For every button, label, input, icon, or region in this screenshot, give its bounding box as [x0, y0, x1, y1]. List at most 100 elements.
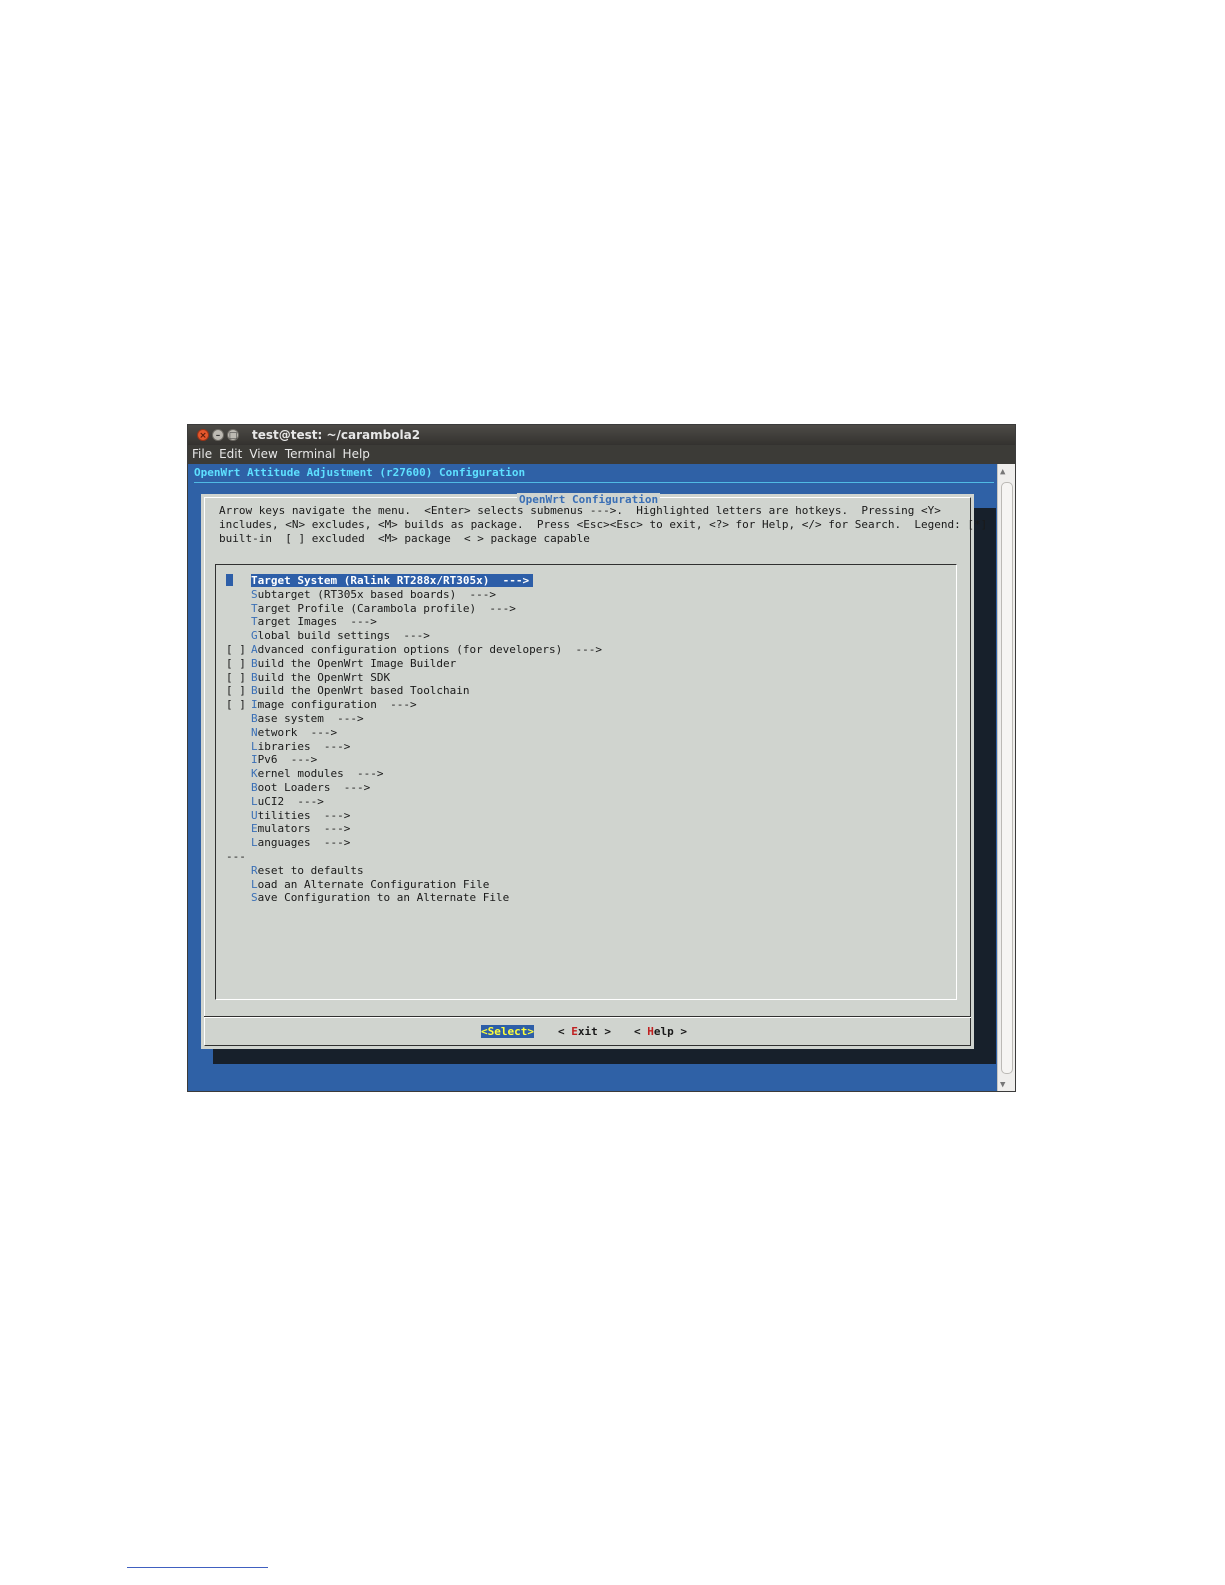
menu-file[interactable]: File: [192, 447, 212, 461]
menu-item-text: mulators --->: [257, 822, 351, 836]
menu-item[interactable]: LuCI2 --->: [226, 795, 602, 809]
terminal-area[interactable]: OpenWrt Attitude Adjustment (r27600) Con…: [188, 464, 998, 1091]
menu-item-label: Image configuration --->: [251, 698, 417, 711]
menu-item[interactable]: Languages --->: [226, 836, 602, 850]
help-line: built-in [ ] excluded <M> package < > pa…: [219, 532, 590, 545]
menu-item-text: mage configuration --->: [257, 698, 417, 712]
menu-item-hotkey: R: [251, 863, 258, 877]
select-button[interactable]: <Select>: [481, 1025, 534, 1038]
menu-item[interactable]: [ ] Build the OpenWrt Image Builder: [226, 657, 602, 671]
scroll-down-icon[interactable]: ▼: [1000, 1080, 1005, 1090]
help-hotkey: H: [647, 1025, 654, 1038]
menu-item-checkbox[interactable]: [ ]: [226, 671, 251, 685]
menu-item-label: LuCI2 --->: [251, 795, 324, 808]
menu-view[interactable]: View: [249, 447, 277, 461]
menu-item[interactable]: Kernel modules --->: [226, 767, 602, 781]
menu-item-label: Build the OpenWrt based Toolchain: [251, 684, 470, 697]
menu-item[interactable]: Libraries --->: [226, 740, 602, 754]
terminal-window: × – □ test@test: ~/carambola2 File Edit Vi…: [187, 424, 1016, 1092]
menu-item-hotkey: I: [251, 698, 258, 712]
menu-item-checkbox[interactable]: [ ]: [226, 657, 251, 671]
menu-terminal[interactable]: Terminal: [285, 447, 336, 461]
menu-item[interactable]: [ ] Image configuration --->: [226, 698, 602, 712]
menu-item-text: uild the OpenWrt Image Builder: [257, 656, 457, 670]
menu-item-text: ase system --->: [257, 711, 364, 725]
menu-item[interactable]: [ ] Advanced configuration options (for d…: [226, 643, 602, 657]
scrollbar-thumb[interactable]: [1001, 482, 1013, 1074]
menu-item-label: Base system --->: [251, 712, 364, 725]
help-text: Arrow keys navigate the menu. <Enter> se…: [219, 504, 987, 546]
menu-item-hotkey: B: [251, 711, 258, 725]
menu-item-text: ibraries --->: [257, 739, 351, 753]
menu-item-text: anguages --->: [257, 836, 351, 850]
menu-item-label: Emulators --->: [251, 822, 350, 835]
menu-item-hotkey: S: [251, 891, 258, 905]
minimize-icon[interactable]: –: [212, 429, 224, 441]
menu-item[interactable]: Reset to defaults: [226, 864, 602, 878]
selection-marker: [226, 574, 233, 586]
menu-bar: File Edit View Terminal Help: [188, 445, 1015, 464]
menu-item[interactable]: [ ] Build the OpenWrt SDK: [226, 671, 602, 685]
config-dialog: OpenWrt Configuration Arrow keys navigat…: [201, 493, 987, 1049]
menu-item-text: ubtarget (RT305x based boards) --->: [257, 587, 497, 601]
menu-item-text: oad an Alternate Configuration File: [257, 877, 490, 891]
menu-item[interactable]: Load an Alternate Configuration File: [226, 878, 602, 892]
menu-item[interactable]: Target System (Ralink RT288x/RT305x) ---…: [226, 574, 602, 588]
menu-item-label: Target System (Ralink RT288x/RT305x) ---…: [251, 574, 534, 587]
menu-item-hotkey: L: [251, 739, 258, 753]
menu-item[interactable]: Utilities --->: [226, 809, 602, 823]
button-separator: [204, 1016, 971, 1018]
menu-item[interactable]: IPv6 --->: [226, 753, 602, 767]
menu-item-text: dvanced configuration options (for devel…: [257, 642, 602, 656]
help-button-rest: elp >: [653, 1025, 687, 1038]
menu-item[interactable]: Subtarget (RT305x based boards) --->: [226, 588, 602, 602]
close-icon[interactable]: ×: [197, 429, 209, 441]
menu-item-checkbox[interactable]: [ ]: [226, 643, 251, 657]
menu-item-hotkey: B: [251, 684, 258, 698]
menu-item[interactable]: Global build settings --->: [226, 629, 602, 643]
maximize-icon[interactable]: □: [227, 429, 239, 441]
menu-edit[interactable]: Edit: [219, 447, 242, 461]
menu-item-label: Target Profile (Carambola profile) --->: [251, 602, 516, 615]
menu-item-label: Global build settings --->: [251, 629, 430, 642]
menu-item[interactable]: Target Images --->: [226, 615, 602, 629]
menu-item-text: ave Configuration to an Alternate File: [257, 891, 510, 905]
menu-item-label: Build the OpenWrt Image Builder: [251, 657, 456, 670]
menu-item-label: IPv6 --->: [251, 753, 317, 766]
menu-item-hotkey: B: [251, 656, 258, 670]
menu-item-hotkey: B: [251, 670, 258, 684]
menu-item-hotkey: S: [251, 587, 258, 601]
menu-item-text: etwork --->: [257, 725, 338, 739]
menu-item[interactable]: Emulators --->: [226, 822, 602, 836]
menu-item-text: ernel modules --->: [257, 767, 384, 781]
menu-item[interactable]: Target Profile (Carambola profile) --->: [226, 602, 602, 616]
menu-item-hotkey: L: [251, 877, 258, 891]
menu-item-text: tilities --->: [257, 808, 351, 822]
scrollbar[interactable]: ▲ ▼: [997, 464, 1015, 1091]
menu-item-label: Network --->: [251, 726, 337, 739]
menu-item-checkbox[interactable]: [ ]: [226, 684, 251, 698]
menu-item-hotkey: N: [251, 725, 258, 739]
menu-item-hotkey: L: [251, 794, 258, 808]
menu-item[interactable]: Save Configuration to an Alternate File: [226, 891, 602, 905]
help-button[interactable]: < Help >: [634, 1025, 687, 1038]
menu-item-label: Subtarget (RT305x based boards) --->: [251, 588, 496, 601]
menu-item-text: uild the OpenWrt based Toolchain: [257, 684, 470, 698]
menu-item[interactable]: [ ] Build the OpenWrt based Toolchain: [226, 684, 602, 698]
menu-item-text: arget System (Ralink RT288x/RT305x) --->: [257, 574, 530, 587]
menu-item-label: Utilities --->: [251, 809, 350, 822]
menu-item-text: arget Profile (Carambola profile) --->: [257, 601, 516, 615]
menu-item[interactable]: Network --->: [226, 726, 602, 740]
title-bar: × – □ test@test: ~/carambola2: [188, 425, 1015, 445]
menu-item-hotkey: I: [251, 753, 258, 767]
window-title: test@test: ~/carambola2: [252, 428, 421, 442]
menu-item-checkbox[interactable]: [ ]: [226, 698, 251, 712]
help-button-pre: <: [634, 1025, 648, 1038]
exit-button[interactable]: < Exit >: [558, 1025, 611, 1038]
menu-item[interactable]: Boot Loaders --->: [226, 781, 602, 795]
scroll-up-icon[interactable]: ▲: [1000, 467, 1005, 477]
menu-help[interactable]: Help: [343, 447, 370, 461]
menu-item-label: Kernel modules --->: [251, 767, 383, 780]
menu-item[interactable]: Base system --->: [226, 712, 602, 726]
menu-item-label: Languages --->: [251, 836, 350, 849]
